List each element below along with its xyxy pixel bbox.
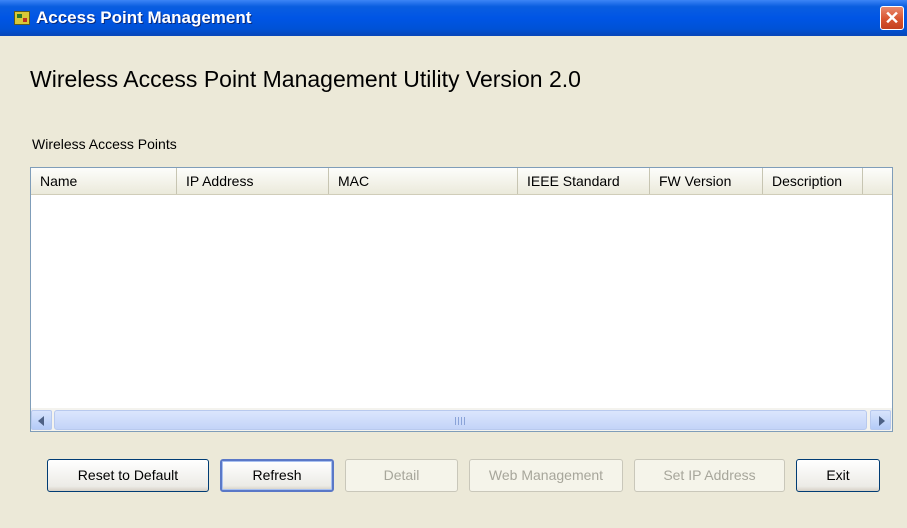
web-management-button[interactable]: Web Management	[469, 459, 623, 492]
title-bar: Access Point Management ✕	[0, 0, 907, 36]
column-header-mac[interactable]: MAC	[329, 168, 518, 194]
list-label: Wireless Access Points	[32, 136, 177, 152]
reset-to-default-button[interactable]: Reset to Default	[47, 459, 209, 492]
grip-icon	[454, 417, 467, 425]
column-header-ip-address[interactable]: IP Address	[177, 168, 329, 194]
detail-button[interactable]: Detail	[345, 459, 458, 492]
scrollbar-thumb[interactable]	[54, 410, 867, 430]
exit-button[interactable]: Exit	[796, 459, 880, 492]
horizontal-scrollbar[interactable]	[31, 408, 892, 431]
window-title: Access Point Management	[36, 8, 252, 27]
close-icon: ✕	[884, 8, 900, 28]
access-point-list[interactable]: Name IP Address MAC IEEE Standard FW Ver…	[30, 167, 893, 432]
scroll-left-button[interactable]	[31, 410, 52, 430]
close-button[interactable]: ✕	[880, 6, 904, 30]
list-header: Name IP Address MAC IEEE Standard FW Ver…	[31, 168, 892, 195]
column-header-name[interactable]: Name	[31, 168, 177, 194]
chevron-right-icon	[879, 416, 885, 426]
chevron-left-icon	[38, 416, 44, 426]
column-header-ieee-standard[interactable]: IEEE Standard	[518, 168, 650, 194]
scroll-right-button[interactable]	[870, 410, 891, 430]
app-icon	[14, 11, 30, 25]
set-ip-address-button[interactable]: Set IP Address	[634, 459, 785, 492]
refresh-button[interactable]: Refresh	[220, 459, 334, 492]
column-header-description[interactable]: Description	[763, 168, 863, 194]
page-title: Wireless Access Point Management Utility…	[30, 66, 581, 92]
column-header-fw-version[interactable]: FW Version	[650, 168, 763, 194]
list-body[interactable]	[31, 195, 892, 408]
